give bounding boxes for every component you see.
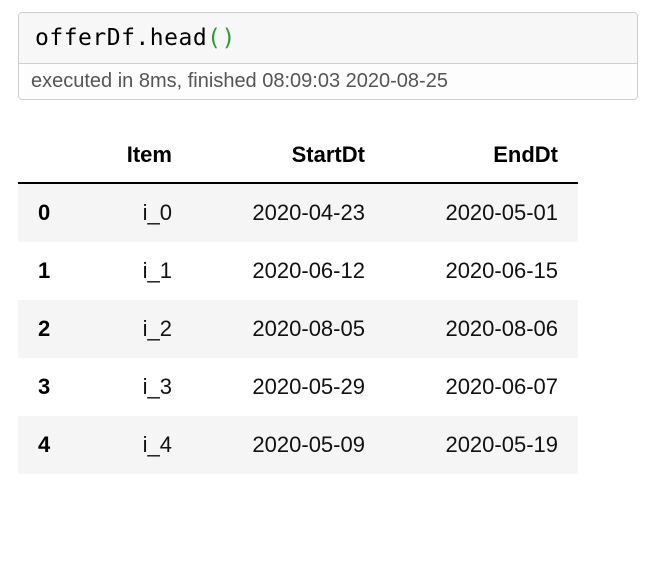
execution-status: executed in 8ms, finished 08:09:03 2020-… [19, 64, 637, 99]
cell: i_4 [84, 416, 192, 474]
dataframe-output: Item StartDt EndDt 0 i_0 2020-04-23 2020… [18, 128, 578, 474]
code-cell: offerDf.head() executed in 8ms, finished… [18, 12, 638, 100]
cell: i_2 [84, 300, 192, 358]
cell: 2020-06-15 [385, 242, 578, 300]
row-index: 3 [18, 358, 84, 416]
table-row: 2 i_2 2020-08-05 2020-08-06 [18, 300, 578, 358]
cell: i_3 [84, 358, 192, 416]
column-header: EndDt [385, 128, 578, 183]
table-row: 1 i_1 2020-06-12 2020-06-15 [18, 242, 578, 300]
cell: 2020-05-01 [385, 183, 578, 242]
code-input[interactable]: offerDf.head() [19, 13, 637, 64]
row-index: 4 [18, 416, 84, 474]
cell: 2020-06-12 [192, 242, 385, 300]
index-header [18, 128, 84, 183]
row-index: 1 [18, 242, 84, 300]
column-header: Item [84, 128, 192, 183]
table-row: 3 i_3 2020-05-29 2020-06-07 [18, 358, 578, 416]
paren-open: ( [207, 25, 221, 51]
cell: 2020-05-09 [192, 416, 385, 474]
row-index: 2 [18, 300, 84, 358]
header-row: Item StartDt EndDt [18, 128, 578, 183]
table-row: 4 i_4 2020-05-09 2020-05-19 [18, 416, 578, 474]
code-text: offerDf.head [35, 25, 207, 51]
row-index: 0 [18, 183, 84, 242]
cell: i_0 [84, 183, 192, 242]
column-header: StartDt [192, 128, 385, 183]
cell: i_1 [84, 242, 192, 300]
cell: 2020-05-19 [385, 416, 578, 474]
cell: 2020-08-05 [192, 300, 385, 358]
cell: 2020-06-07 [385, 358, 578, 416]
cell: 2020-08-06 [385, 300, 578, 358]
cell: 2020-04-23 [192, 183, 385, 242]
cell: 2020-05-29 [192, 358, 385, 416]
table-row: 0 i_0 2020-04-23 2020-05-01 [18, 183, 578, 242]
paren-close: ) [222, 25, 236, 51]
